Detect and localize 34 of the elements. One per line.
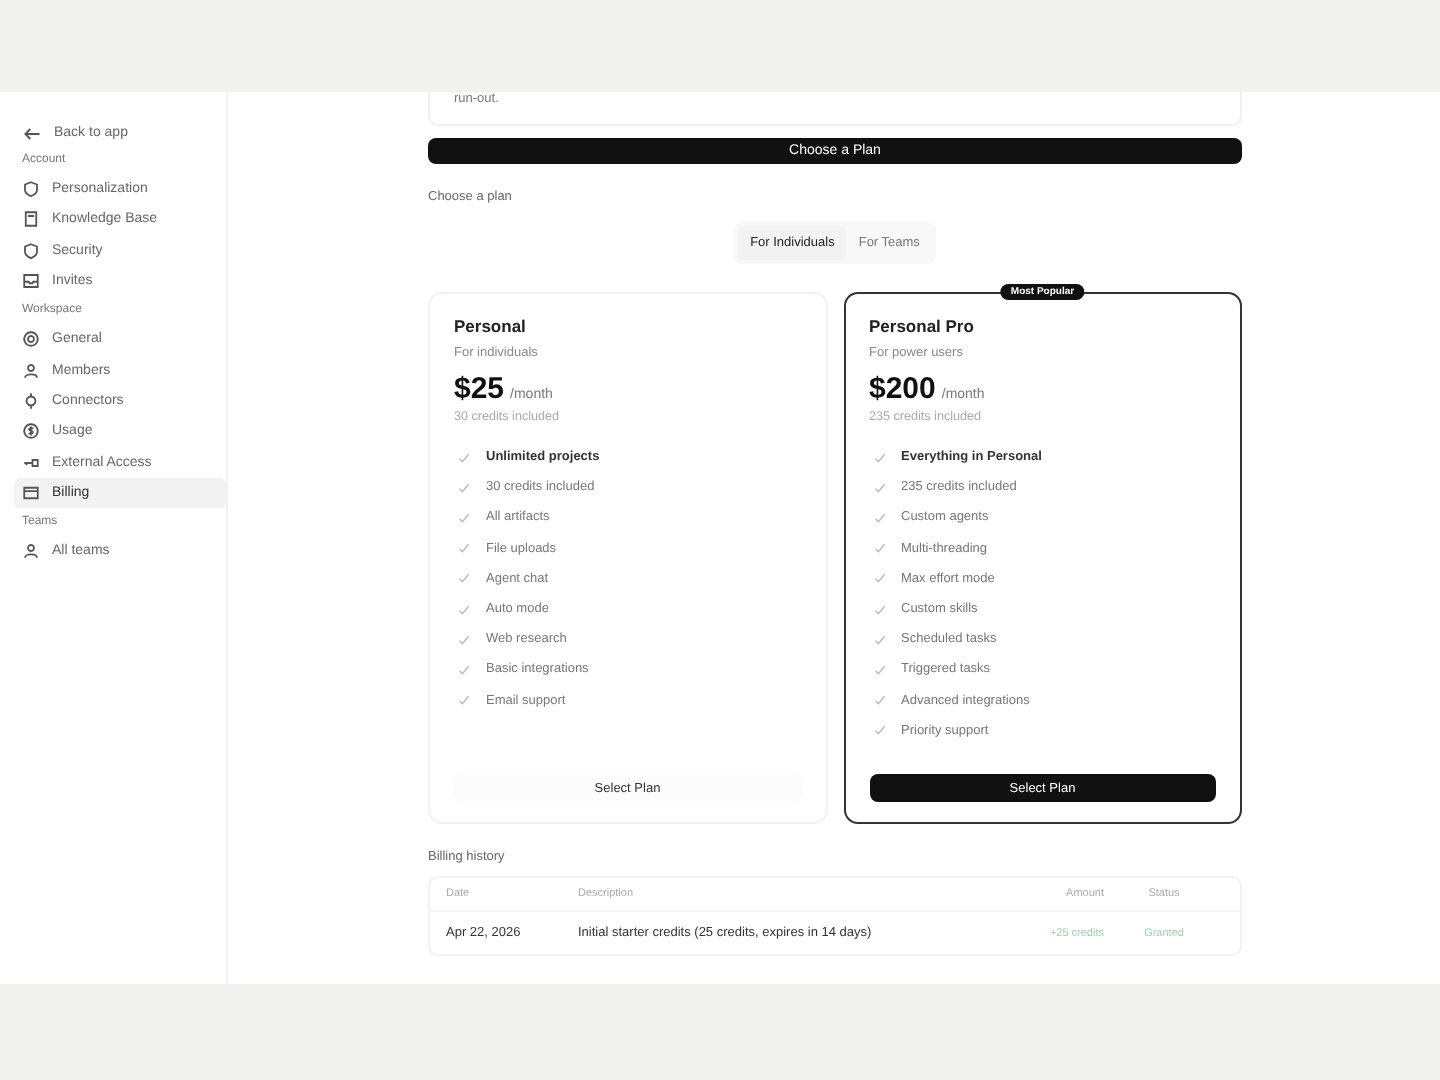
gear-icon [22, 330, 40, 349]
check-icon [873, 663, 885, 676]
check-icon [458, 542, 470, 555]
arrow-left-icon [22, 123, 42, 143]
check-icon [873, 511, 885, 524]
shield-icon [22, 180, 40, 199]
check-icon [873, 451, 885, 464]
person-icon [22, 361, 40, 380]
check-icon [458, 572, 470, 585]
check-icon [873, 694, 885, 707]
card-icon [22, 483, 40, 502]
check-icon [873, 572, 885, 585]
key-icon [22, 453, 40, 472]
check-icon [458, 481, 470, 494]
check-icon [873, 633, 885, 646]
plan-price: $200 [869, 372, 936, 406]
check-icon [873, 542, 885, 555]
person-icon [22, 542, 40, 561]
check-icon [458, 511, 470, 524]
plan-name: Personal [454, 316, 528, 336]
check-icon [873, 724, 885, 737]
shield-icon [22, 241, 40, 260]
book-icon [22, 210, 40, 229]
check-icon [458, 603, 470, 616]
dollar-icon [22, 422, 40, 441]
plan-price: $25 [454, 372, 505, 406]
plan-name: Personal Pro [869, 316, 976, 336]
check-icon [458, 663, 470, 676]
check-icon [458, 694, 470, 707]
check-icon [458, 451, 470, 464]
inbox-icon [22, 272, 40, 291]
check-icon [873, 481, 885, 494]
check-icon [873, 603, 885, 616]
check-icon [458, 633, 470, 646]
